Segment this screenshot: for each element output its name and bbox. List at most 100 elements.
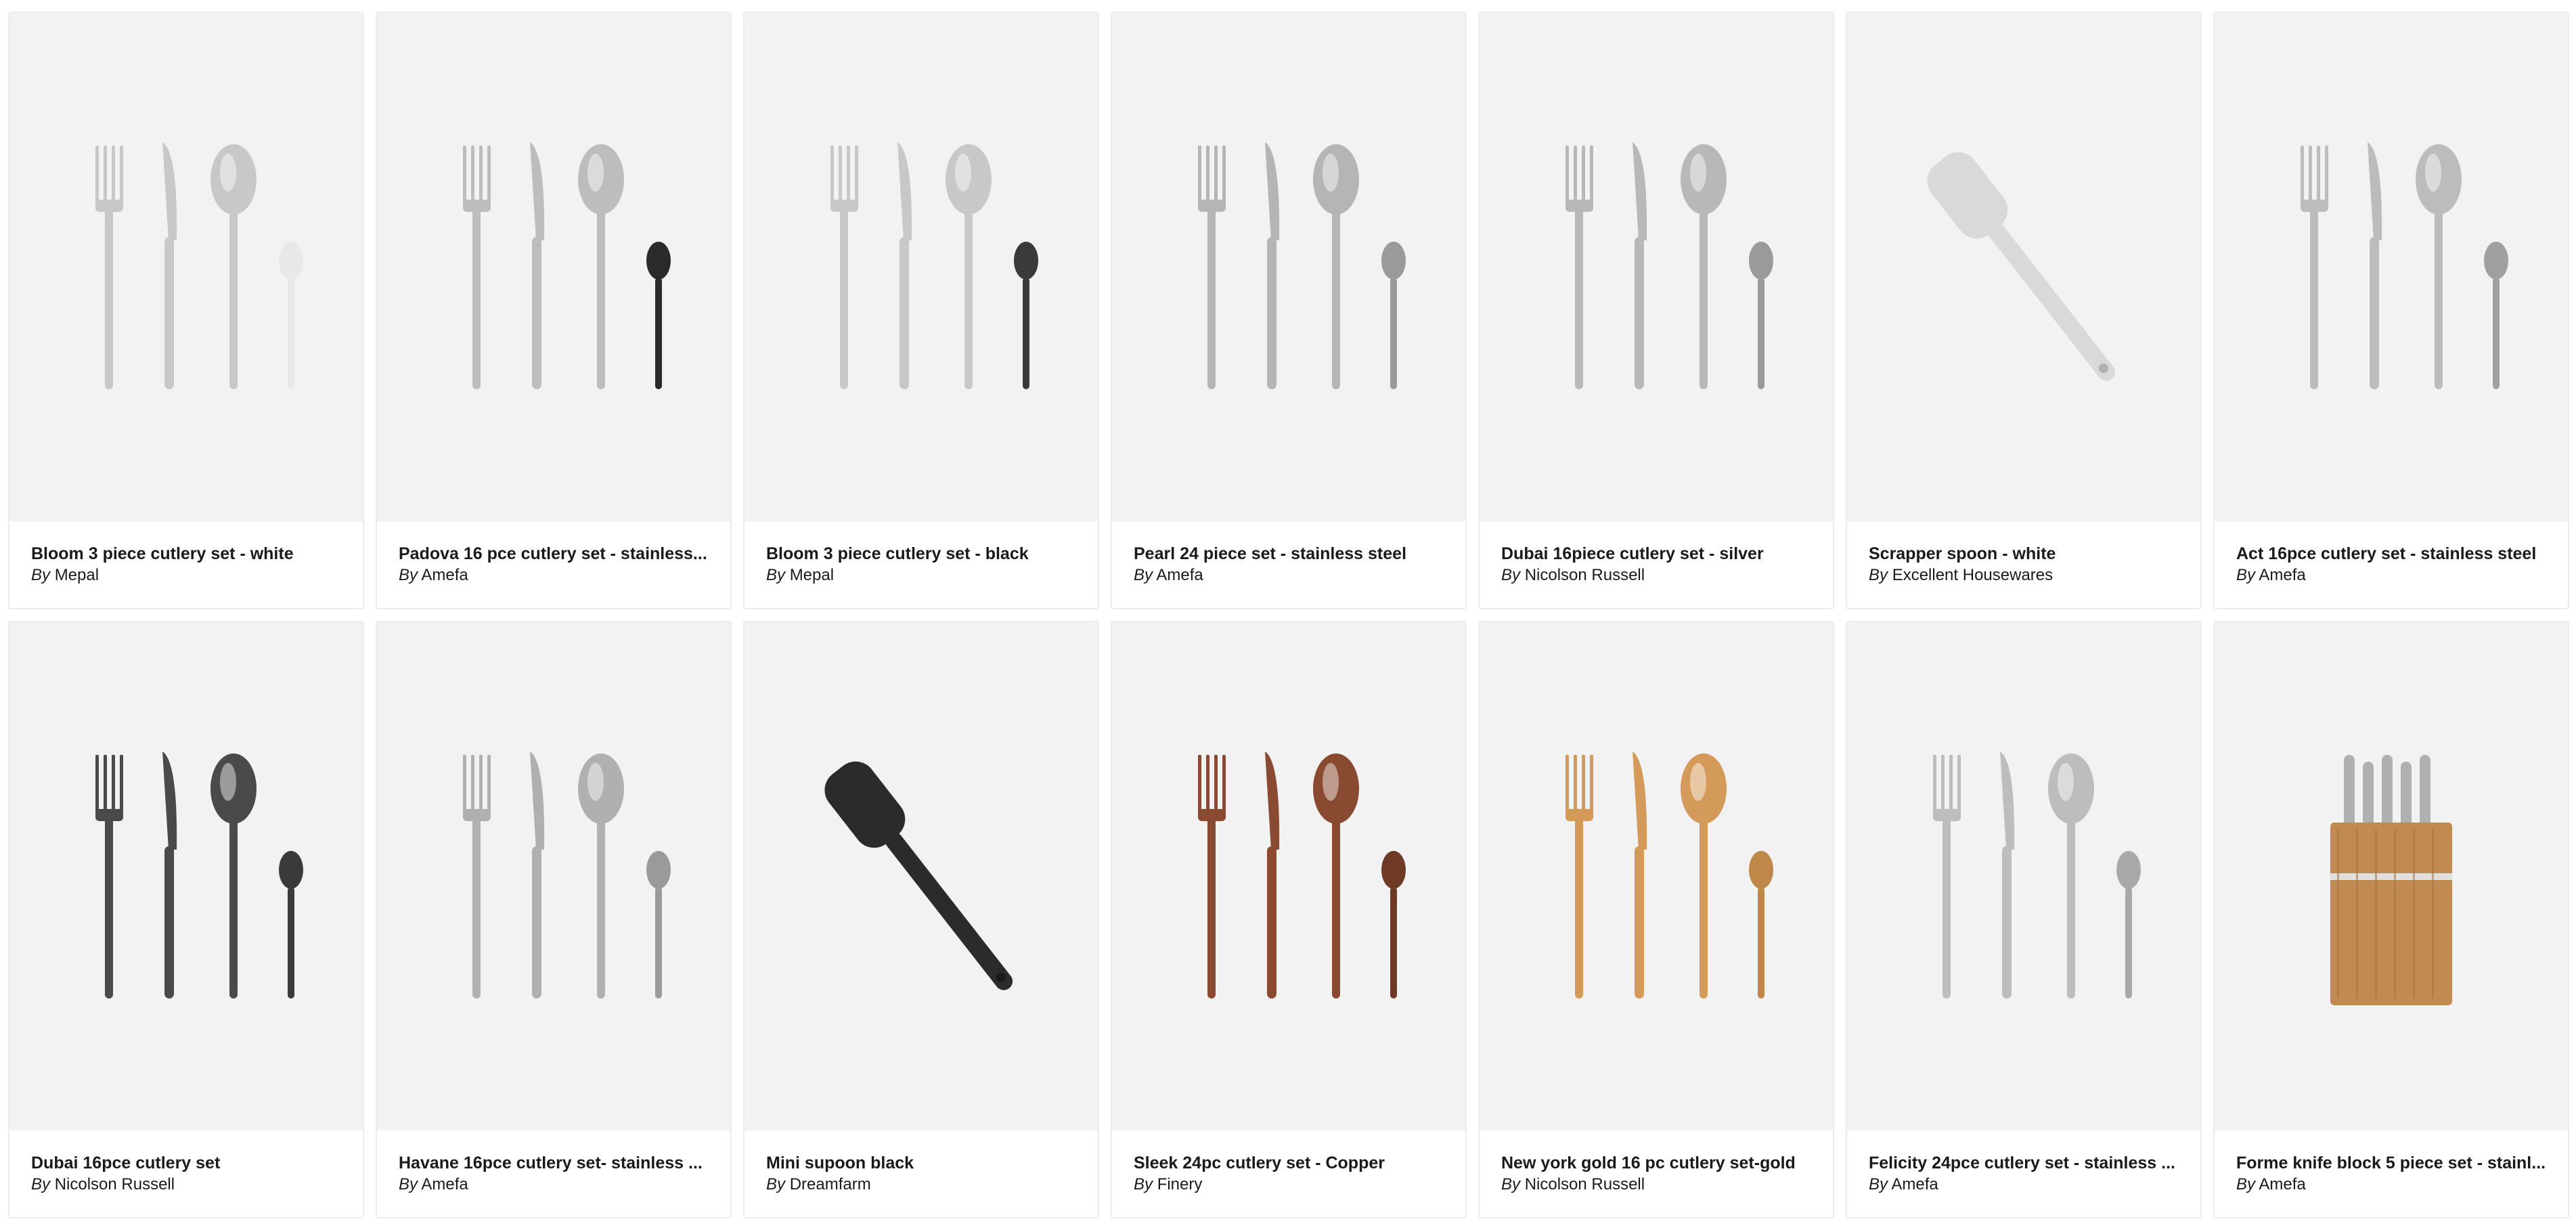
brand-name[interactable]: Amefa (2259, 566, 2305, 584)
product-image[interactable] (745, 622, 1098, 1131)
teaspoon-shape (646, 850, 671, 999)
teaspoon-shape (1381, 850, 1406, 999)
product-image[interactable] (377, 13, 730, 521)
product-card-7[interactable]: Act 16pce cutlery set - stainless steel … (2213, 12, 2569, 609)
teaspoon-shape (2116, 850, 2141, 999)
product-byline: By Amefa (1869, 1174, 2179, 1196)
product-info: Havane 16pce cutlery set- stainless ... … (377, 1131, 730, 1196)
spatula-icon (1927, 152, 2116, 381)
by-prefix: By (766, 566, 786, 584)
product-info: Felicity 24pce cutlery set - stainless .… (1847, 1131, 2200, 1196)
brand-name[interactable]: Amefa (1891, 1175, 1938, 1193)
product-title[interactable]: Dubai 16piece cutlery set - silver (1501, 543, 1811, 565)
product-card-2[interactable]: Padova 16 pce cutlery set - stainless...… (376, 12, 732, 609)
product-title[interactable]: New york gold 16 pc cutlery set-gold (1501, 1152, 1811, 1174)
by-prefix: By (1869, 566, 1888, 584)
teaspoon-shape (646, 241, 671, 389)
spoon-shape (578, 144, 624, 389)
product-card-11[interactable]: Sleek 24pc cutlery set - Copper By Finer… (1111, 621, 1467, 1219)
product-title[interactable]: Dubai 16pce cutlery set (31, 1152, 341, 1174)
brand-name[interactable]: Mepal (790, 566, 834, 584)
brand-name[interactable]: Nicolson Russell (55, 1175, 175, 1193)
product-byline: By Amefa (399, 1174, 709, 1196)
product-card-13[interactable]: Felicity 24pce cutlery set - stainless .… (1846, 621, 2202, 1219)
product-info: Bloom 3 piece cutlery set - black By Mep… (745, 521, 1098, 586)
fork-shape (463, 145, 491, 389)
product-info: Scrapper spoon - white By Excellent Hous… (1847, 521, 2200, 586)
product-title[interactable]: Forme knife block 5 piece set - stainl..… (2236, 1152, 2546, 1174)
product-info: New york gold 16 pc cutlery set-gold By … (1480, 1131, 1833, 1196)
product-image[interactable] (1480, 13, 1833, 521)
product-image[interactable] (1112, 13, 1465, 521)
product-title[interactable]: Felicity 24pce cutlery set - stainless .… (1869, 1152, 2179, 1174)
product-card-5[interactable]: Dubai 16piece cutlery set - silver By Ni… (1478, 12, 1834, 609)
product-info: Bloom 3 piece cutlery set - white By Mep… (9, 521, 363, 586)
brand-name[interactable]: Amefa (421, 566, 468, 584)
fork-shape (2301, 145, 2328, 389)
knife-shape (162, 141, 177, 389)
by-prefix: By (1501, 1175, 1521, 1193)
product-card-12[interactable]: New york gold 16 pc cutlery set-gold By … (1478, 621, 1834, 1219)
product-grid: Bloom 3 piece cutlery set - white By Mep… (8, 12, 2569, 1219)
product-card-9[interactable]: Havane 16pce cutlery set- stainless ... … (376, 621, 732, 1219)
product-image[interactable] (9, 622, 363, 1131)
product-title[interactable]: Act 16pce cutlery set - stainless steel (2236, 543, 2546, 565)
product-card-14[interactable]: Forme knife block 5 piece set - stainl..… (2213, 621, 2569, 1219)
cutlery-set-icon (463, 141, 671, 389)
product-card-1[interactable]: Bloom 3 piece cutlery set - white By Mep… (8, 12, 364, 609)
product-title[interactable]: Bloom 3 piece cutlery set - black (766, 543, 1076, 565)
by-prefix: By (1869, 1175, 1888, 1193)
knife-block-icon (2330, 754, 2452, 1005)
product-title[interactable]: Mini supoon black (766, 1152, 1076, 1174)
brand-name[interactable]: Nicolson Russell (1525, 566, 1645, 584)
brand-name[interactable]: Mepal (55, 566, 99, 584)
product-info: Mini supoon black By Dreamfarm (745, 1131, 1098, 1196)
product-image[interactable] (9, 13, 363, 521)
product-byline: By Nicolson Russell (31, 1174, 341, 1196)
product-card-10[interactable]: Mini supoon black By Dreamfarm (743, 621, 1099, 1219)
product-image[interactable] (1112, 622, 1465, 1131)
by-prefix: By (31, 1175, 51, 1193)
product-image[interactable] (745, 13, 1098, 521)
product-card-3[interactable]: Bloom 3 piece cutlery set - black By Mep… (743, 12, 1099, 609)
product-byline: By Amefa (2236, 565, 2546, 586)
brand-name[interactable]: Amefa (2259, 1175, 2305, 1193)
product-title[interactable]: Havane 16pce cutlery set- stainless ... (399, 1152, 709, 1174)
cutlery-set-icon (95, 751, 303, 999)
spoon-shape (210, 753, 257, 999)
product-title[interactable]: Padova 16 pce cutlery set - stainless... (399, 543, 709, 565)
fork-shape (1933, 754, 1961, 999)
product-image[interactable] (1847, 13, 2200, 521)
product-byline: By Amefa (2236, 1174, 2546, 1196)
brand-name[interactable]: Finery (1157, 1175, 1203, 1193)
product-image[interactable] (377, 622, 730, 1131)
product-info: Sleek 24pc cutlery set - Copper By Finer… (1112, 1131, 1465, 1196)
brand-name[interactable]: Nicolson Russell (1525, 1175, 1645, 1193)
by-prefix: By (399, 566, 418, 584)
brand-name[interactable]: Dreamfarm (790, 1175, 871, 1193)
brand-name[interactable]: Excellent Housewares (1892, 566, 2053, 584)
teaspoon-shape (1749, 850, 1773, 999)
product-title[interactable]: Bloom 3 piece cutlery set - white (31, 543, 341, 565)
brand-name[interactable]: Amefa (1156, 566, 1203, 584)
product-byline: By Nicolson Russell (1501, 1174, 1811, 1196)
product-title[interactable]: Scrapper spoon - white (1869, 543, 2179, 565)
by-prefix: By (1501, 566, 1521, 584)
product-title[interactable]: Pearl 24 piece set - stainless steel (1134, 543, 1444, 565)
cutlery-set-icon (830, 141, 1038, 389)
product-title[interactable]: Sleek 24pc cutlery set - Copper (1134, 1152, 1444, 1174)
brand-name[interactable]: Amefa (421, 1175, 468, 1193)
spoon-shape (1681, 144, 1727, 389)
product-image[interactable] (1480, 622, 1833, 1131)
product-card-6[interactable]: Scrapper spoon - white By Excellent Hous… (1846, 12, 2202, 609)
product-byline: By Amefa (1134, 565, 1444, 586)
fork-shape (1565, 145, 1593, 389)
product-card-4[interactable]: Pearl 24 piece set - stainless steel By … (1111, 12, 1467, 609)
by-prefix: By (1134, 566, 1153, 584)
product-byline: By Excellent Housewares (1869, 565, 2179, 586)
product-image[interactable] (2215, 13, 2568, 521)
product-info: Act 16pce cutlery set - stainless steel … (2215, 521, 2568, 586)
product-card-8[interactable]: Dubai 16pce cutlery set By Nicolson Russ… (8, 621, 364, 1219)
product-image[interactable] (2215, 622, 2568, 1131)
product-image[interactable] (1847, 622, 2200, 1131)
